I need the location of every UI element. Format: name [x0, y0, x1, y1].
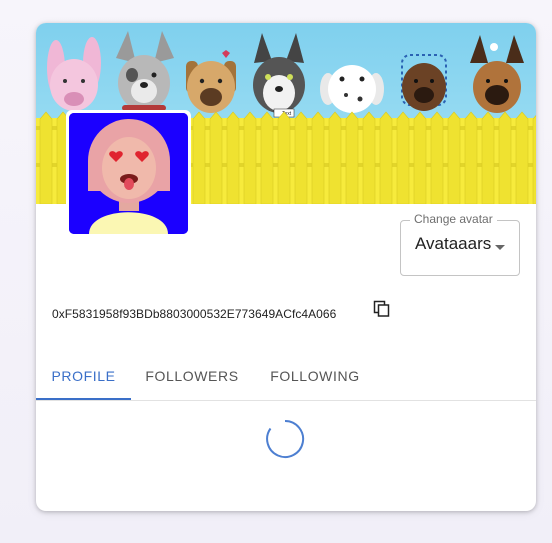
fence-picket: [209, 111, 223, 204]
fence-picket: [396, 111, 410, 204]
fence-picket: [192, 111, 206, 204]
copy-icon: [373, 300, 390, 317]
spinner-icon: [266, 419, 305, 458]
fence-picket: [226, 111, 240, 204]
fence-picket: [277, 111, 291, 204]
profile-card: Text Change avatar Avataaars 0xF5831958f…: [36, 23, 536, 511]
fence-picket: [328, 111, 342, 204]
tab-followers[interactable]: FOLLOWERS: [139, 356, 245, 400]
tab-following[interactable]: FOLLOWING: [262, 356, 368, 400]
fence-picket: [481, 111, 495, 204]
fence-picket: [464, 111, 478, 204]
fence-picket: [311, 111, 325, 204]
fence-picket: [345, 111, 359, 204]
fence-picket: [515, 111, 529, 204]
avatar[interactable]: [69, 113, 188, 234]
fence-picket: [498, 111, 512, 204]
avatar-frame: [66, 110, 191, 237]
copy-address-button[interactable]: [373, 300, 391, 318]
change-avatar-select[interactable]: Change avatar Avataaars: [400, 212, 520, 276]
wallet-address: 0xF5831958f93BDb8803000532E773649ACfc4A0…: [52, 307, 337, 321]
fence-picket: [362, 111, 376, 204]
change-avatar-label: Change avatar: [410, 212, 497, 226]
avatar-style-value: Avataaars: [415, 234, 492, 253]
fence-picket: [379, 111, 393, 204]
fence-picket: [430, 111, 444, 204]
fence-picket: [39, 111, 53, 204]
profile-tabs: PROFILE FOLLOWERS FOLLOWING: [36, 356, 536, 401]
active-tab-indicator: [36, 398, 131, 400]
fence-picket: [413, 111, 427, 204]
fence-picket: [447, 111, 461, 204]
fence-picket: [243, 111, 257, 204]
tab-profile[interactable]: PROFILE: [36, 356, 131, 400]
fence-picket: [532, 115, 536, 204]
dog-illustration: [470, 35, 524, 113]
fence-picket: [294, 111, 308, 204]
fence-picket: [260, 111, 274, 204]
chevron-down-icon: [495, 245, 505, 250]
